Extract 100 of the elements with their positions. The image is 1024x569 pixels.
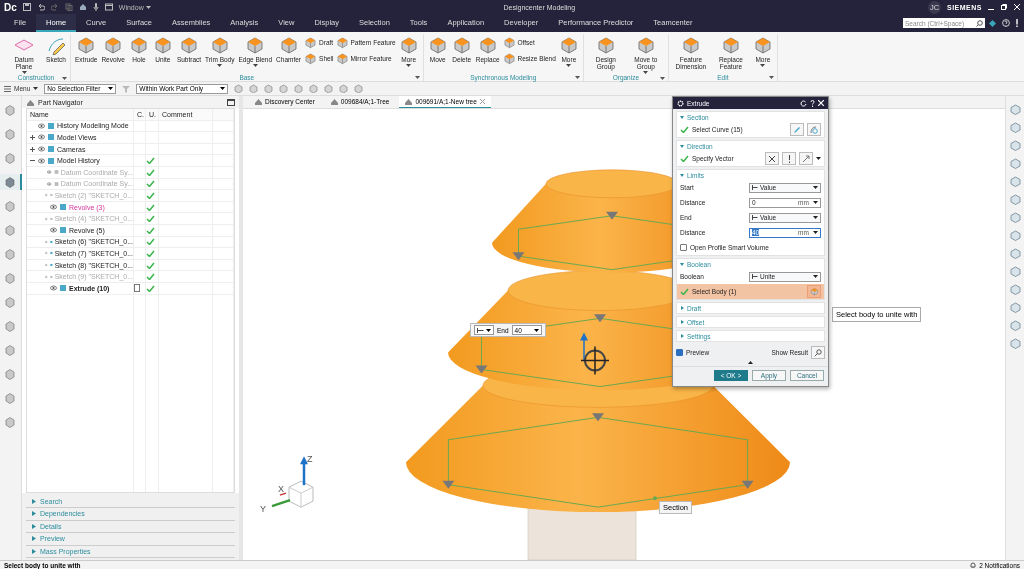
part-icon[interactable]	[3, 368, 16, 380]
copy-icon[interactable]	[64, 3, 73, 11]
expand-icon[interactable]	[29, 134, 36, 141]
pencil-icon	[793, 125, 801, 134]
expand-triangle-icon[interactable]	[680, 334, 684, 338]
view-cube-icon[interactable]	[1009, 248, 1021, 259]
part-icon[interactable]	[3, 392, 16, 404]
eye-icon[interactable]	[50, 285, 57, 292]
view-cube-icon[interactable]	[1009, 104, 1021, 115]
part-icon[interactable]	[3, 248, 16, 260]
limit-icon	[477, 327, 484, 333]
part-icon[interactable]	[3, 344, 16, 356]
part-icon[interactable]	[3, 128, 16, 140]
expand-caret-icon	[414, 76, 420, 79]
view-cube-icon[interactable]	[1009, 212, 1021, 223]
block-icon	[152, 35, 173, 55]
collapse-triangle-icon[interactable]	[680, 144, 684, 148]
expand-caret-icon	[574, 76, 580, 79]
help-icon[interactable]	[1002, 19, 1010, 27]
part-icon[interactable]	[3, 320, 16, 332]
view-cube-icon[interactable]	[1009, 158, 1021, 169]
vector-icon	[802, 154, 810, 163]
view-cube-icon[interactable]	[1009, 338, 1021, 349]
collapse-triangle-icon[interactable]	[680, 173, 684, 177]
block-icon	[76, 35, 97, 55]
move-handle-drawing[interactable]	[580, 332, 610, 376]
window-icon[interactable]	[104, 3, 113, 11]
show-result-button[interactable]	[811, 346, 825, 359]
expand-triangle-icon[interactable]	[680, 306, 684, 310]
point-icon	[653, 496, 657, 501]
expand-icon[interactable]	[29, 145, 36, 153]
house-icon[interactable]	[78, 3, 87, 11]
block-icon	[558, 35, 579, 55]
vector-dropdown[interactable]	[799, 152, 813, 165]
diamond-icon[interactable]	[989, 19, 996, 27]
view-cube-icon[interactable]	[1009, 122, 1021, 133]
part-icon[interactable]	[3, 200, 16, 212]
caret-icon	[217, 64, 223, 67]
value-icon	[752, 185, 758, 190]
view-cube-icon[interactable]	[1009, 176, 1021, 187]
view-cube-icon[interactable]	[1009, 284, 1021, 295]
part-icon[interactable]	[3, 296, 16, 308]
block-icon	[335, 52, 349, 65]
collapse-triangle-icon[interactable]	[680, 262, 684, 266]
view-cube-icon[interactable]	[1009, 194, 1021, 205]
expand-triangle-icon[interactable]	[32, 548, 36, 554]
caret-icon	[643, 71, 649, 74]
part-icon[interactable]	[3, 104, 16, 116]
view-cube-icon[interactable]	[1009, 230, 1021, 241]
expand-triangle-icon[interactable]	[32, 511, 36, 517]
body-button[interactable]	[807, 285, 821, 298]
eye-icon[interactable]	[38, 157, 45, 164]
curve-button[interactable]	[807, 123, 821, 136]
redo-icon[interactable]	[50, 3, 59, 11]
collapse-triangle-icon[interactable]	[680, 115, 684, 119]
eye-icon[interactable]	[50, 204, 57, 211]
cross-arrows-icon	[768, 154, 776, 163]
part-icon[interactable]	[3, 152, 16, 164]
caret-icon	[813, 275, 818, 278]
sketch-button[interactable]	[790, 123, 804, 136]
filter-icon[interactable]	[122, 84, 131, 93]
caret-icon	[813, 201, 818, 204]
expand-triangle-icon[interactable]	[32, 498, 36, 504]
vector-button[interactable]	[782, 152, 796, 165]
expand-triangle-icon[interactable]	[680, 320, 684, 324]
checkbox[interactable]	[680, 244, 687, 251]
expand-triangle-icon[interactable]	[32, 536, 36, 542]
eye-icon[interactable]	[38, 122, 45, 129]
limit-type-dropdown[interactable]	[474, 325, 494, 335]
part-icon[interactable]	[3, 224, 16, 236]
view-cube-icon[interactable]	[1009, 320, 1021, 331]
part-icon[interactable]	[3, 176, 16, 188]
restore-icon[interactable]	[1001, 4, 1007, 10]
checkbox[interactable]	[676, 349, 683, 356]
reverse-button[interactable]	[765, 152, 779, 165]
block-icon	[335, 36, 349, 49]
part-icon[interactable]	[3, 416, 16, 428]
bell-icon[interactable]	[970, 562, 977, 568]
eye-icon[interactable]	[50, 227, 57, 234]
reset-icon[interactable]	[800, 99, 807, 107]
expand-triangle-icon[interactable]	[32, 523, 36, 529]
settings-icon[interactable]	[677, 99, 684, 107]
caret-icon	[406, 64, 412, 67]
part-icon[interactable]	[3, 272, 16, 284]
pencil-icon	[46, 35, 66, 55]
block-icon	[427, 35, 448, 55]
view-cube-icon[interactable]	[1009, 140, 1021, 151]
app-logo: Dc	[4, 1, 17, 13]
caret-icon	[145, 5, 151, 9]
axis-triad-drawing	[271, 456, 314, 508]
maximize-icon[interactable]	[227, 98, 235, 106]
undo-icon[interactable]	[36, 3, 45, 11]
save-icon[interactable]	[22, 3, 31, 11]
eye-icon[interactable]	[38, 134, 45, 141]
eye-icon[interactable]	[38, 146, 45, 153]
view-cube-icon[interactable]	[1009, 266, 1021, 277]
view-cube-icon[interactable]	[1009, 302, 1021, 313]
caret-icon	[760, 64, 766, 67]
collapse-arrow-icon[interactable]	[748, 361, 753, 364]
block-icon	[635, 35, 656, 55]
